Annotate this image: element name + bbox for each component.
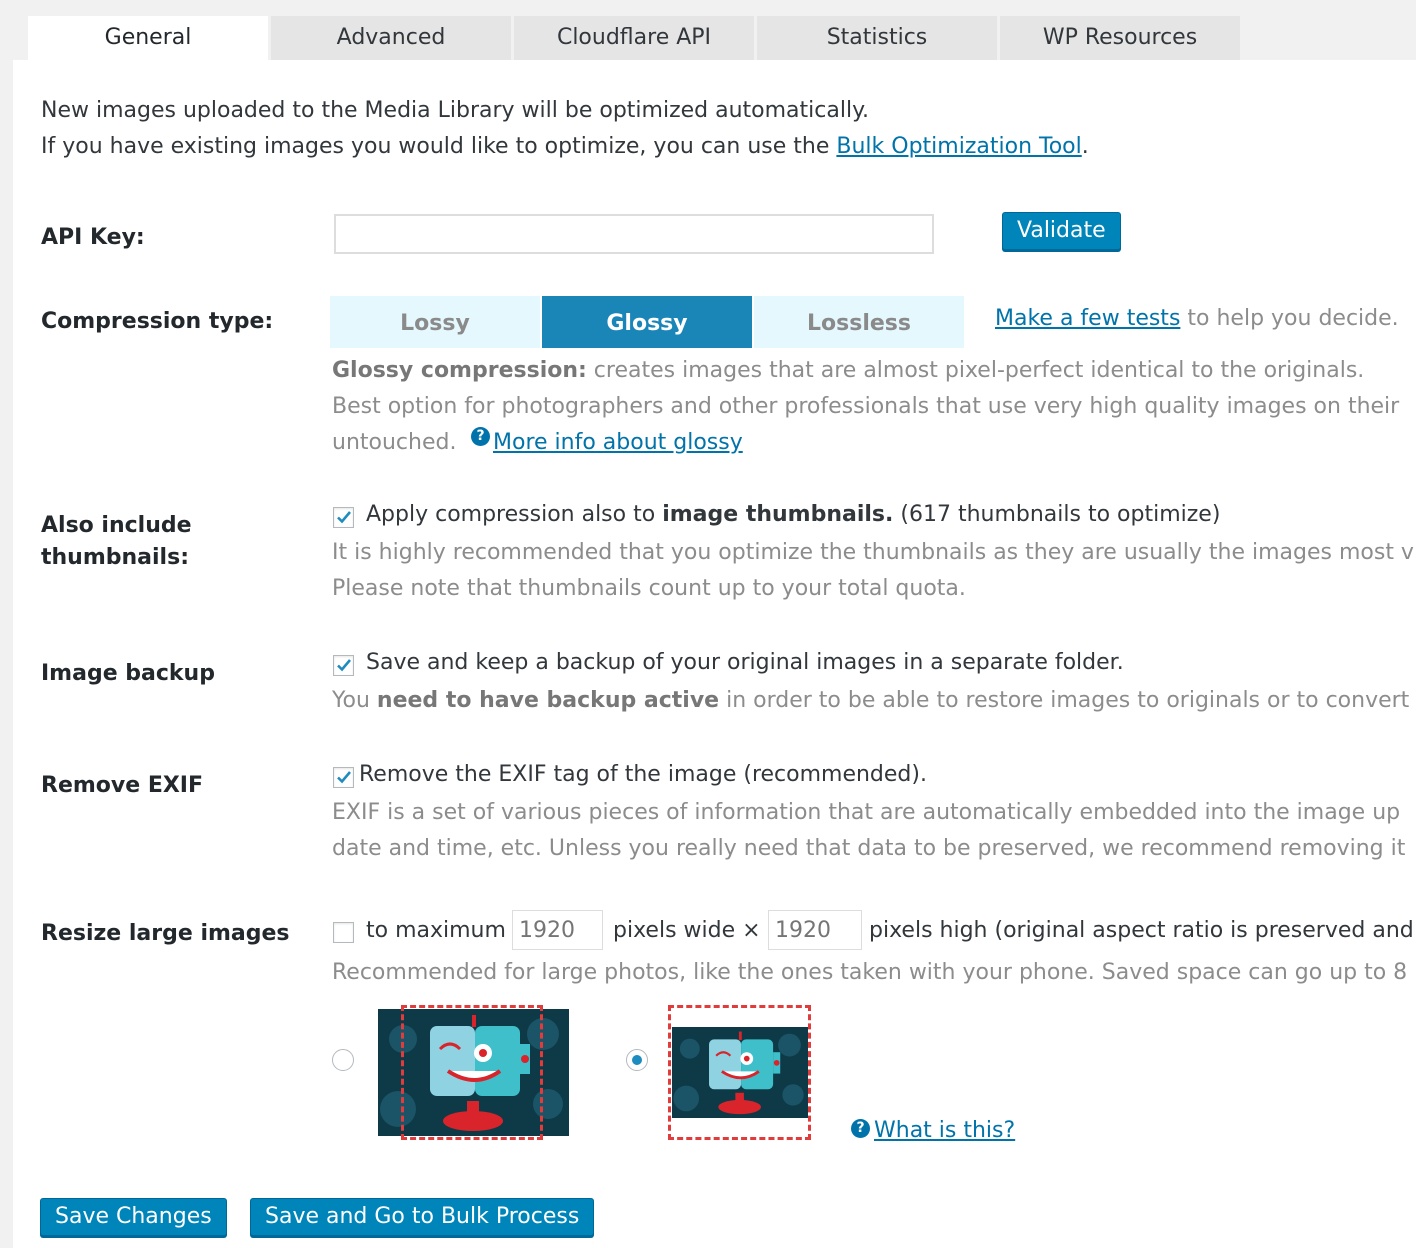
remove-exif-checkbox[interactable] (333, 767, 354, 788)
validate-button[interactable]: Validate (1002, 212, 1121, 250)
tab-cloudflare-api[interactable]: Cloudflare API (514, 16, 754, 60)
resize-height-input[interactable] (768, 910, 862, 950)
api-key-input[interactable] (334, 214, 934, 254)
radio-selected-dot (632, 1055, 642, 1065)
pixels-high-text: pixels high (original aspect ratio is pr… (869, 918, 1414, 943)
intro-line-2-suffix: . (1081, 134, 1089, 159)
make-tests-line: Make a few tests to help you decide. (995, 306, 1399, 331)
remove-exif-text: Remove the EXIF tag of the image (recomm… (359, 762, 927, 787)
resize-large-images-label: Resize large images (41, 921, 290, 946)
glossy-description-line-3: untouched. (332, 430, 457, 455)
remove-exif-label: Remove EXIF (41, 773, 204, 798)
api-key-label: API Key: (41, 225, 145, 250)
thumbnails-label-line-2: thumbnails: (41, 545, 189, 570)
resize-description: Recommended for large photos, like the o… (332, 960, 1408, 985)
resize-checkbox[interactable] (333, 922, 354, 943)
image-backup-label: Image backup (41, 661, 215, 686)
thumbnails-description-line-2: Please note that thumbnails count up to … (332, 576, 966, 601)
make-tests-link[interactable]: Make a few tests (995, 306, 1180, 331)
compression-type-label: Compression type: (41, 309, 274, 334)
tab-advanced[interactable]: Advanced (271, 16, 511, 60)
crop-area-outline (401, 1005, 543, 1140)
intro-line-2: If you have existing images you would li… (41, 134, 1089, 159)
glossy-description-line-1: Glossy compression: creates images that … (332, 358, 1364, 383)
thumbnails-checkbox[interactable] (333, 507, 354, 528)
image-backup-desc-prefix: You (332, 688, 377, 713)
image-backup-description: You need to have backup active in order … (332, 688, 1416, 713)
resize-width-input[interactable] (512, 910, 603, 950)
thumbnails-text-prefix: Apply compression also to (366, 502, 663, 527)
compression-lossless-option[interactable]: Lossless (754, 296, 964, 348)
image-backup-desc-bold: need to have backup active (376, 688, 720, 713)
exif-description-line-2: date and time, etc. Unless you really ne… (332, 836, 1406, 861)
thumbnails-text: Apply compression also to image thumbnai… (366, 502, 1220, 527)
fit-area-outline (668, 1005, 811, 1140)
compression-glossy-option[interactable]: Glossy (542, 296, 752, 348)
pixels-wide-text: pixels wide × (613, 918, 761, 943)
save-changes-button[interactable]: Save Changes (40, 1198, 227, 1236)
more-info-glossy-link[interactable]: More info about glossy (493, 430, 743, 455)
thumbnails-text-bold: image thumbnails. (662, 502, 894, 527)
bulk-optimization-link[interactable]: Bulk Optimization Tool (836, 134, 1081, 159)
settings-panel: New images uploaded to the Media Library… (13, 60, 1416, 1248)
help-question-icon[interactable]: ? (851, 1119, 870, 1138)
tab-wp-resources[interactable]: WP Resources (1000, 16, 1240, 60)
tab-statistics[interactable]: Statistics (757, 16, 997, 60)
thumbnails-description-line-1: It is highly recommended that you optimi… (332, 540, 1414, 565)
intro-line-1: New images uploaded to the Media Library… (41, 98, 869, 123)
resize-to-maximum-text: to maximum (366, 918, 506, 943)
checkmark-icon (337, 511, 351, 524)
resize-cover-radio[interactable] (332, 1049, 354, 1071)
save-and-bulk-process-button[interactable]: Save and Go to Bulk Process (250, 1198, 595, 1236)
glossy-description-text: creates images that are almost pixel-per… (586, 358, 1365, 383)
resize-contain-radio[interactable] (626, 1049, 648, 1071)
what-is-this-link[interactable]: What is this? (874, 1118, 1015, 1143)
compression-lossy-option[interactable]: Lossy (330, 296, 540, 348)
glossy-description-title: Glossy compression: (332, 358, 587, 383)
help-question-icon[interactable]: ? (471, 427, 490, 446)
make-tests-suffix: to help you decide. (1180, 306, 1399, 331)
checkmark-icon (337, 659, 351, 672)
exif-description-line-1: EXIF is a set of various pieces of infor… (332, 800, 1401, 825)
image-backup-text: Save and keep a backup of your original … (366, 650, 1124, 675)
tab-general[interactable]: General (28, 16, 268, 60)
intro-line-2-prefix: If you have existing images you would li… (41, 134, 837, 159)
image-backup-checkbox[interactable] (333, 655, 354, 676)
checkmark-icon (337, 771, 351, 784)
thumbnails-text-suffix: (617 thumbnails to optimize) (893, 502, 1221, 527)
glossy-description-line-2: Best option for photographers and other … (332, 394, 1400, 419)
settings-tabs: General Advanced Cloudflare API Statisti… (28, 16, 1243, 60)
image-backup-desc-suffix: in order to be able to restore images to… (719, 688, 1416, 713)
thumbnails-label-line-1: Also include (41, 513, 192, 538)
